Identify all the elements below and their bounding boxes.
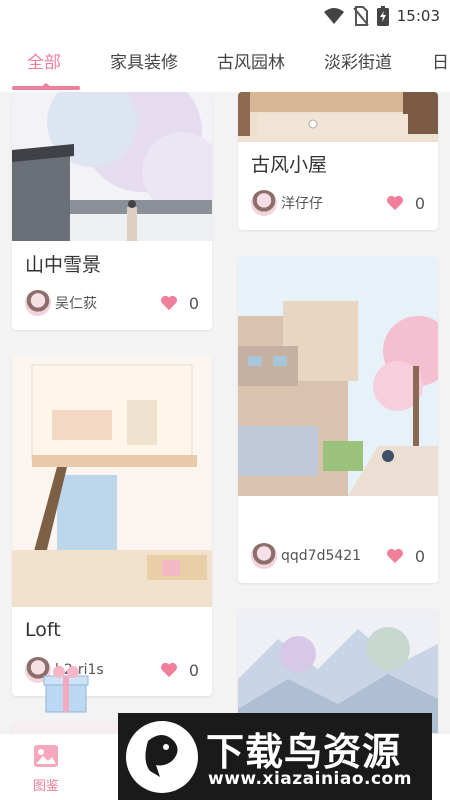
author-name[interactable]: 洋仔仔 [281,193,386,213]
author-name[interactable]: 吴仁荻 [55,293,160,313]
bird-logo-icon [145,735,178,777]
artwork-image-snow[interactable] [12,92,212,241]
artwork-title: Loft [25,619,61,641]
avatar[interactable] [251,543,277,569]
wifi-icon [323,8,344,24]
tab-ancient-garden[interactable]: 古风园林 [217,48,285,73]
tab-furniture[interactable]: 家具装修 [110,48,178,73]
status-icons: 15:03 [323,6,440,26]
artwork-meta: 洋仔仔 0 [251,188,426,218]
nav-label: 图鉴 [32,779,59,794]
artwork-image-street[interactable] [238,256,438,496]
status-time: 15:03 [396,7,440,25]
heart-icon[interactable] [386,195,404,211]
watermark-logo [126,721,198,793]
like-count: 0 [188,293,200,313]
artwork-image-ancient-house[interactable] [238,92,438,142]
tab-more[interactable]: 日 [432,48,449,73]
artwork-meta: 吴仁荻 0 [25,288,200,318]
avatar[interactable] [25,290,51,316]
artwork-card[interactable]: Loft h2-ri1s 0 [12,355,212,696]
image-icon [34,745,58,767]
heart-icon[interactable] [160,295,178,311]
heart-icon[interactable] [160,662,178,678]
like-count: 0 [414,546,426,566]
battery-charging-icon [376,6,389,26]
artwork-meta: qqd7d5421 0 [251,541,426,571]
watermark-brand: 下载鸟资源 [206,730,402,774]
watermark: 下载鸟资源 www.xiazainiao.com [118,713,432,800]
no-sim-icon [352,6,369,26]
artwork-card[interactable]: qqd7d5421 0 [238,256,438,583]
tab-pastel-street[interactable]: 淡彩街道 [324,48,392,73]
artwork-title: 山中雪景 [25,254,102,276]
like-count: 0 [414,193,426,213]
author-name[interactable]: qqd7d5421 [281,548,386,564]
tab-indicator [12,86,80,90]
heart-icon[interactable] [386,548,404,564]
gift-icon[interactable] [40,662,92,714]
status-bar: 15:03 [0,0,450,32]
app-screen: 15:03 全部 家具装修 古风园林 淡彩街道 日 山中雪景 吴仁荻 0 Lof… [0,0,450,800]
nav-item-gallery[interactable]: 图鉴 [16,744,76,794]
category-tabs: 全部 家具装修 古风园林 淡彩街道 日 [0,32,450,92]
watermark-url: www.xiazainiao.com [208,769,412,789]
artwork-image-loft[interactable] [12,355,212,607]
artwork-card[interactable]: 山中雪景 吴仁荻 0 [12,92,212,330]
tab-all[interactable]: 全部 [27,48,61,73]
artwork-card[interactable]: 古风小屋 洋仔仔 0 [238,92,438,230]
avatar[interactable] [251,190,277,216]
like-count: 0 [188,660,200,680]
artwork-title: 古风小屋 [251,154,328,176]
